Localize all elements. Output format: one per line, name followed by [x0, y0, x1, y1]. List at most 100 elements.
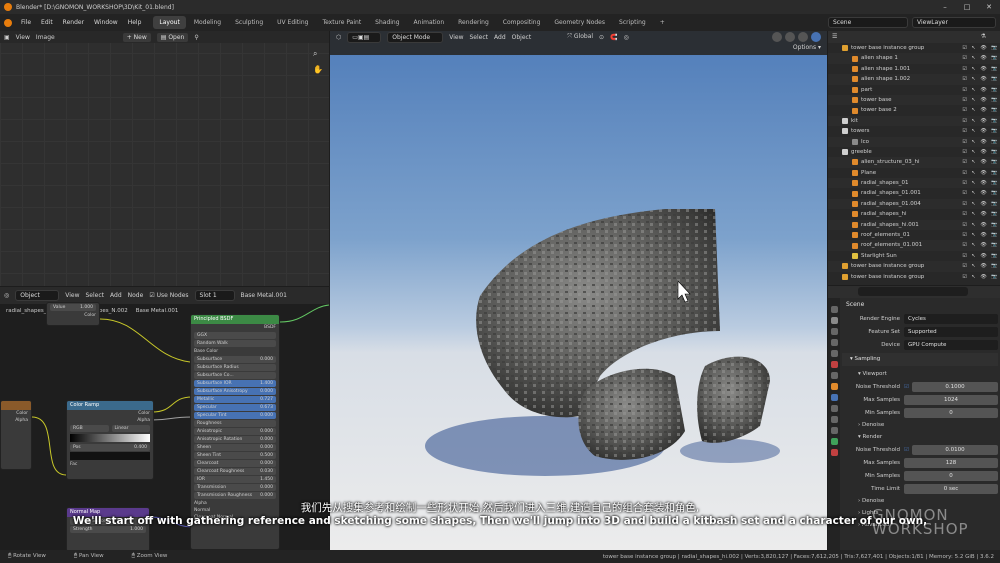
- properties-search[interactable]: [858, 287, 968, 296]
- value-node[interactable]: Value 1.000 Color: [46, 302, 100, 326]
- 3d-viewport[interactable]: ⬡ ▭▣▤ Object Mode View Select Add Object…: [330, 31, 827, 550]
- checkbox-icon[interactable]: ☑: [962, 53, 966, 63]
- tool-tab-icon[interactable]: [830, 306, 838, 313]
- material-shading-icon[interactable]: [798, 32, 808, 42]
- checkbox-icon[interactable]: ☑: [962, 116, 966, 126]
- checkbox-icon[interactable]: ☑: [962, 168, 966, 178]
- bsdf-input-row[interactable]: Subsurface Anisotropy 0.000: [194, 388, 276, 395]
- checkbox-icon[interactable]: ☑: [962, 85, 966, 95]
- bsdf-input-row[interactable]: Subsurface IOR 1.400: [194, 380, 276, 387]
- camera-icon[interactable]: 📷: [991, 85, 997, 95]
- outliner-item[interactable]: tower base instance group ☑ ↖ 👁 📷: [828, 261, 1000, 272]
- select-arrow-icon[interactable]: ↖: [971, 126, 975, 136]
- eye-icon[interactable]: 👁: [980, 116, 986, 126]
- select-arrow-icon[interactable]: ↖: [971, 220, 975, 230]
- select-arrow-icon[interactable]: ↖: [971, 53, 975, 63]
- snap-icon[interactable]: 🧲: [610, 34, 617, 41]
- outliner-item[interactable]: alien_structure_03_hi ☑ ↖ 👁 📷: [828, 157, 1000, 168]
- bsdf-input-row[interactable]: Anisotropic Rotation 0.000: [194, 436, 276, 443]
- checkbox-icon[interactable]: ☑: [962, 43, 966, 53]
- outliner-item[interactable]: part ☑ ↖ 👁 📷: [828, 85, 1000, 95]
- eye-icon[interactable]: 👁: [980, 178, 986, 188]
- outliner-item[interactable]: greeble ☑ ↖ 👁 📷: [828, 147, 1000, 157]
- menu-render[interactable]: Render: [58, 14, 89, 31]
- filter-icon[interactable]: ⚗: [981, 33, 986, 40]
- camera-icon[interactable]: 📷: [991, 105, 997, 115]
- transform-orientation-dropdown[interactable]: ⤧ Global: [567, 33, 593, 41]
- bsdf-input-row[interactable]: Specular 0.673: [194, 404, 276, 411]
- select-arrow-icon[interactable]: ↖: [971, 209, 975, 219]
- pin-icon[interactable]: ⚲: [194, 34, 198, 41]
- outliner-item[interactable]: alien shape 1.001 ☑ ↖ 👁 📷: [828, 64, 1000, 74]
- camera-icon[interactable]: 📷: [991, 137, 997, 147]
- select-arrow-icon[interactable]: ↖: [971, 95, 975, 105]
- eye-icon[interactable]: 👁: [980, 168, 986, 178]
- outliner-item[interactable]: alien shape 1 ☑ ↖ 👁 📷: [828, 53, 1000, 64]
- select-arrow-icon[interactable]: ↖: [971, 105, 975, 115]
- vp-min-samples-field[interactable]: 0: [904, 407, 998, 418]
- data-tab-icon[interactable]: [830, 438, 838, 445]
- tab-geometry-nodes[interactable]: Geometry Nodes: [548, 16, 611, 29]
- tab-animation[interactable]: Animation: [408, 16, 451, 29]
- bsdf-input-row[interactable]: Metallic 0.727: [194, 396, 276, 403]
- camera-icon[interactable]: 📷: [991, 43, 997, 53]
- select-arrow-icon[interactable]: ↖: [971, 168, 975, 178]
- editor-type-icon[interactable]: ▣: [4, 34, 10, 41]
- tab-uv-editing[interactable]: UV Editing: [271, 16, 314, 29]
- open-image-button[interactable]: ▤ Open: [156, 32, 189, 42]
- viewport-options-button[interactable]: Options ▾: [793, 44, 821, 51]
- bsdf-input-row[interactable]: IOR 1.450: [194, 476, 276, 483]
- ramp-interp-select[interactable]: Linear: [111, 425, 150, 432]
- eye-icon[interactable]: 👁: [980, 209, 986, 219]
- checkbox-icon[interactable]: ☑: [962, 230, 966, 240]
- bsdf-input-row[interactable]: Clearcoat Roughness 0.030: [194, 468, 276, 475]
- outliner-item[interactable]: tower base instance group ☑ ↖ 👁 📷: [828, 272, 1000, 282]
- eye-icon[interactable]: 👁: [980, 95, 986, 105]
- viewport-subpanel[interactable]: ▾ Viewport: [842, 368, 998, 380]
- bsdf-subsurface-method-select[interactable]: Random Walk: [194, 340, 276, 347]
- image-view-menu[interactable]: View: [16, 34, 30, 41]
- camera-icon[interactable]: 📷: [991, 64, 997, 74]
- eye-icon[interactable]: 👁: [980, 43, 986, 53]
- value-row[interactable]: Value 1.000: [50, 304, 96, 311]
- checkbox-icon[interactable]: ☑: [962, 147, 966, 157]
- checkbox-icon[interactable]: ☑: [962, 105, 966, 115]
- eye-icon[interactable]: 👁: [980, 157, 986, 167]
- outliner-item[interactable]: radial_shapes_hi ☑ ↖ 👁 📷: [828, 209, 1000, 219]
- checkbox-icon[interactable]: ☑: [962, 157, 966, 167]
- object-mode-dropdown[interactable]: Object Mode: [387, 31, 444, 43]
- render-tab-icon[interactable]: [830, 317, 838, 324]
- checkbox-icon[interactable]: ☑: [962, 95, 966, 105]
- bsdf-input-row[interactable]: Sheen Tint 0.500: [194, 452, 276, 459]
- select-arrow-icon[interactable]: ↖: [971, 240, 975, 250]
- eye-icon[interactable]: 👁: [980, 53, 986, 63]
- outliner-item[interactable]: towers ☑ ↖ 👁 📷: [828, 126, 1000, 136]
- bsdf-input-row[interactable]: Specular Tint 0.000: [194, 412, 276, 419]
- viewport-view-menu[interactable]: View: [449, 34, 463, 41]
- view-layer-field[interactable]: ViewLayer: [912, 17, 996, 28]
- bsdf-input-row[interactable]: Roughness: [194, 420, 276, 427]
- r-max-samples-field[interactable]: 128: [904, 457, 998, 468]
- eye-icon[interactable]: 👁: [980, 74, 986, 84]
- color-ramp-node[interactable]: Color Ramp Color Alpha RGB Linear Pos 0.4…: [66, 400, 154, 480]
- select-arrow-icon[interactable]: ↖: [971, 157, 975, 167]
- r-min-samples-field[interactable]: 0: [904, 470, 998, 481]
- outliner-item[interactable]: Plane ☑ ↖ 👁 📷: [828, 168, 1000, 178]
- select-arrow-icon[interactable]: ↖: [971, 178, 975, 188]
- ramp-color-swatch[interactable]: [70, 452, 150, 460]
- camera-icon[interactable]: 📷: [991, 53, 997, 63]
- normal-strength-field[interactable]: Strength 1.000: [70, 526, 146, 533]
- time-limit-field[interactable]: 0 sec: [904, 483, 998, 494]
- select-box-icon[interactable]: ▭▣▤: [347, 31, 382, 43]
- menu-window[interactable]: Window: [89, 14, 123, 31]
- outliner[interactable]: ☰ ⚗ tower base instance group ☑ ↖ 👁 📷 alien s…: [828, 31, 1000, 285]
- tab-texture-paint[interactable]: Texture Paint: [316, 16, 367, 29]
- outliner-item[interactable]: alien shape 1.002 ☑ ↖ 👁 📷: [828, 74, 1000, 85]
- ramp-gradient-bar[interactable]: [70, 434, 150, 442]
- ramp-pos-field[interactable]: Pos 0.400: [70, 444, 150, 451]
- menu-file[interactable]: File: [16, 14, 36, 31]
- select-arrow-icon[interactable]: ↖: [971, 199, 975, 209]
- eye-icon[interactable]: 👁: [980, 85, 986, 95]
- eye-icon[interactable]: 👁: [980, 272, 986, 282]
- outliner-item[interactable]: radial_shapes_hi.001 ☑ ↖ 👁 📷: [828, 219, 1000, 231]
